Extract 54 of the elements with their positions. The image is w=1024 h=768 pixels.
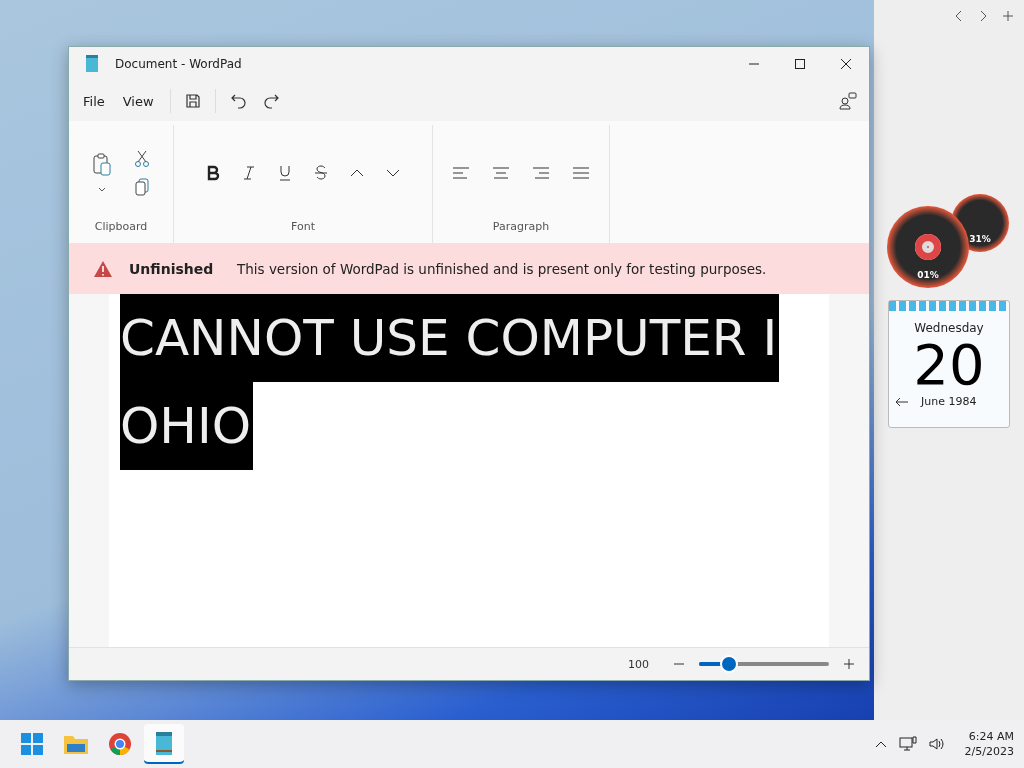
gauge-reading: 31% [969, 234, 991, 246]
save-icon[interactable] [184, 93, 201, 109]
folder-icon [64, 734, 88, 754]
gauge-center [915, 234, 941, 260]
windows-logo-icon [21, 733, 43, 755]
taskbar-app[interactable] [144, 724, 184, 764]
align-left-icon[interactable] [452, 165, 470, 180]
maximize-icon [794, 58, 806, 70]
copy-icon[interactable] [135, 177, 149, 196]
selected-text: OHIO [120, 382, 254, 470]
chevron-right-icon[interactable] [978, 10, 988, 22]
calendar-month-year: June 1984 [921, 395, 977, 408]
window-title: Document - WordPad [115, 57, 242, 71]
cut-icon[interactable] [134, 149, 150, 168]
warning-icon [93, 259, 113, 278]
clock[interactable]: 6:24 AM 2/5/2023 [964, 730, 1014, 758]
chevron-down-icon[interactable] [386, 167, 400, 178]
notepad-icon [85, 55, 99, 73]
calendar-weekday: Wednesday [914, 321, 984, 335]
strikethrough-icon[interactable] [314, 164, 328, 181]
chevron-up-icon[interactable] [874, 740, 887, 748]
redo-icon[interactable] [261, 93, 280, 109]
chevron-left-icon[interactable] [954, 10, 964, 22]
chevron-up-icon[interactable] [350, 167, 364, 178]
align-center-icon[interactable] [492, 165, 510, 180]
add-icon[interactable] [1002, 10, 1014, 22]
calendar-day: 20 [913, 335, 985, 395]
group-label: Clipboard [94, 220, 148, 235]
undo-icon[interactable] [229, 93, 248, 109]
notepad-icon [155, 732, 173, 756]
bold-icon[interactable] [206, 164, 220, 181]
zoom-in-icon[interactable] [843, 658, 855, 670]
underline-icon[interactable] [278, 164, 292, 181]
banner-message: This version of WordPad is unfinished and is present only for testing purposes. [237, 260, 767, 277]
arrow-left-icon[interactable] [895, 396, 909, 407]
group-label: Font [291, 220, 315, 235]
zoom-slider[interactable] [699, 656, 829, 672]
people-icon[interactable] [839, 92, 857, 110]
group-label: Paragraph [492, 220, 550, 235]
justify-icon[interactable] [572, 165, 590, 180]
menu-item[interactable]: View [120, 91, 156, 111]
network-icon[interactable] [898, 736, 917, 752]
zoom-level: 100 [628, 657, 649, 671]
selected-text: CANNOT USE COMPUTER I [120, 294, 780, 382]
paste-icon[interactable] [92, 152, 112, 177]
menu-item[interactable]: File [81, 91, 107, 111]
gauge-reading: 01% [917, 270, 939, 282]
italic-icon[interactable] [242, 164, 256, 181]
close-icon [840, 58, 852, 70]
banner-title: Unfinished [129, 260, 215, 277]
browser-icon [108, 732, 132, 756]
speaker-icon[interactable] [928, 737, 945, 751]
chevron-down-icon[interactable] [98, 186, 106, 193]
align-right-icon[interactable] [532, 165, 550, 180]
